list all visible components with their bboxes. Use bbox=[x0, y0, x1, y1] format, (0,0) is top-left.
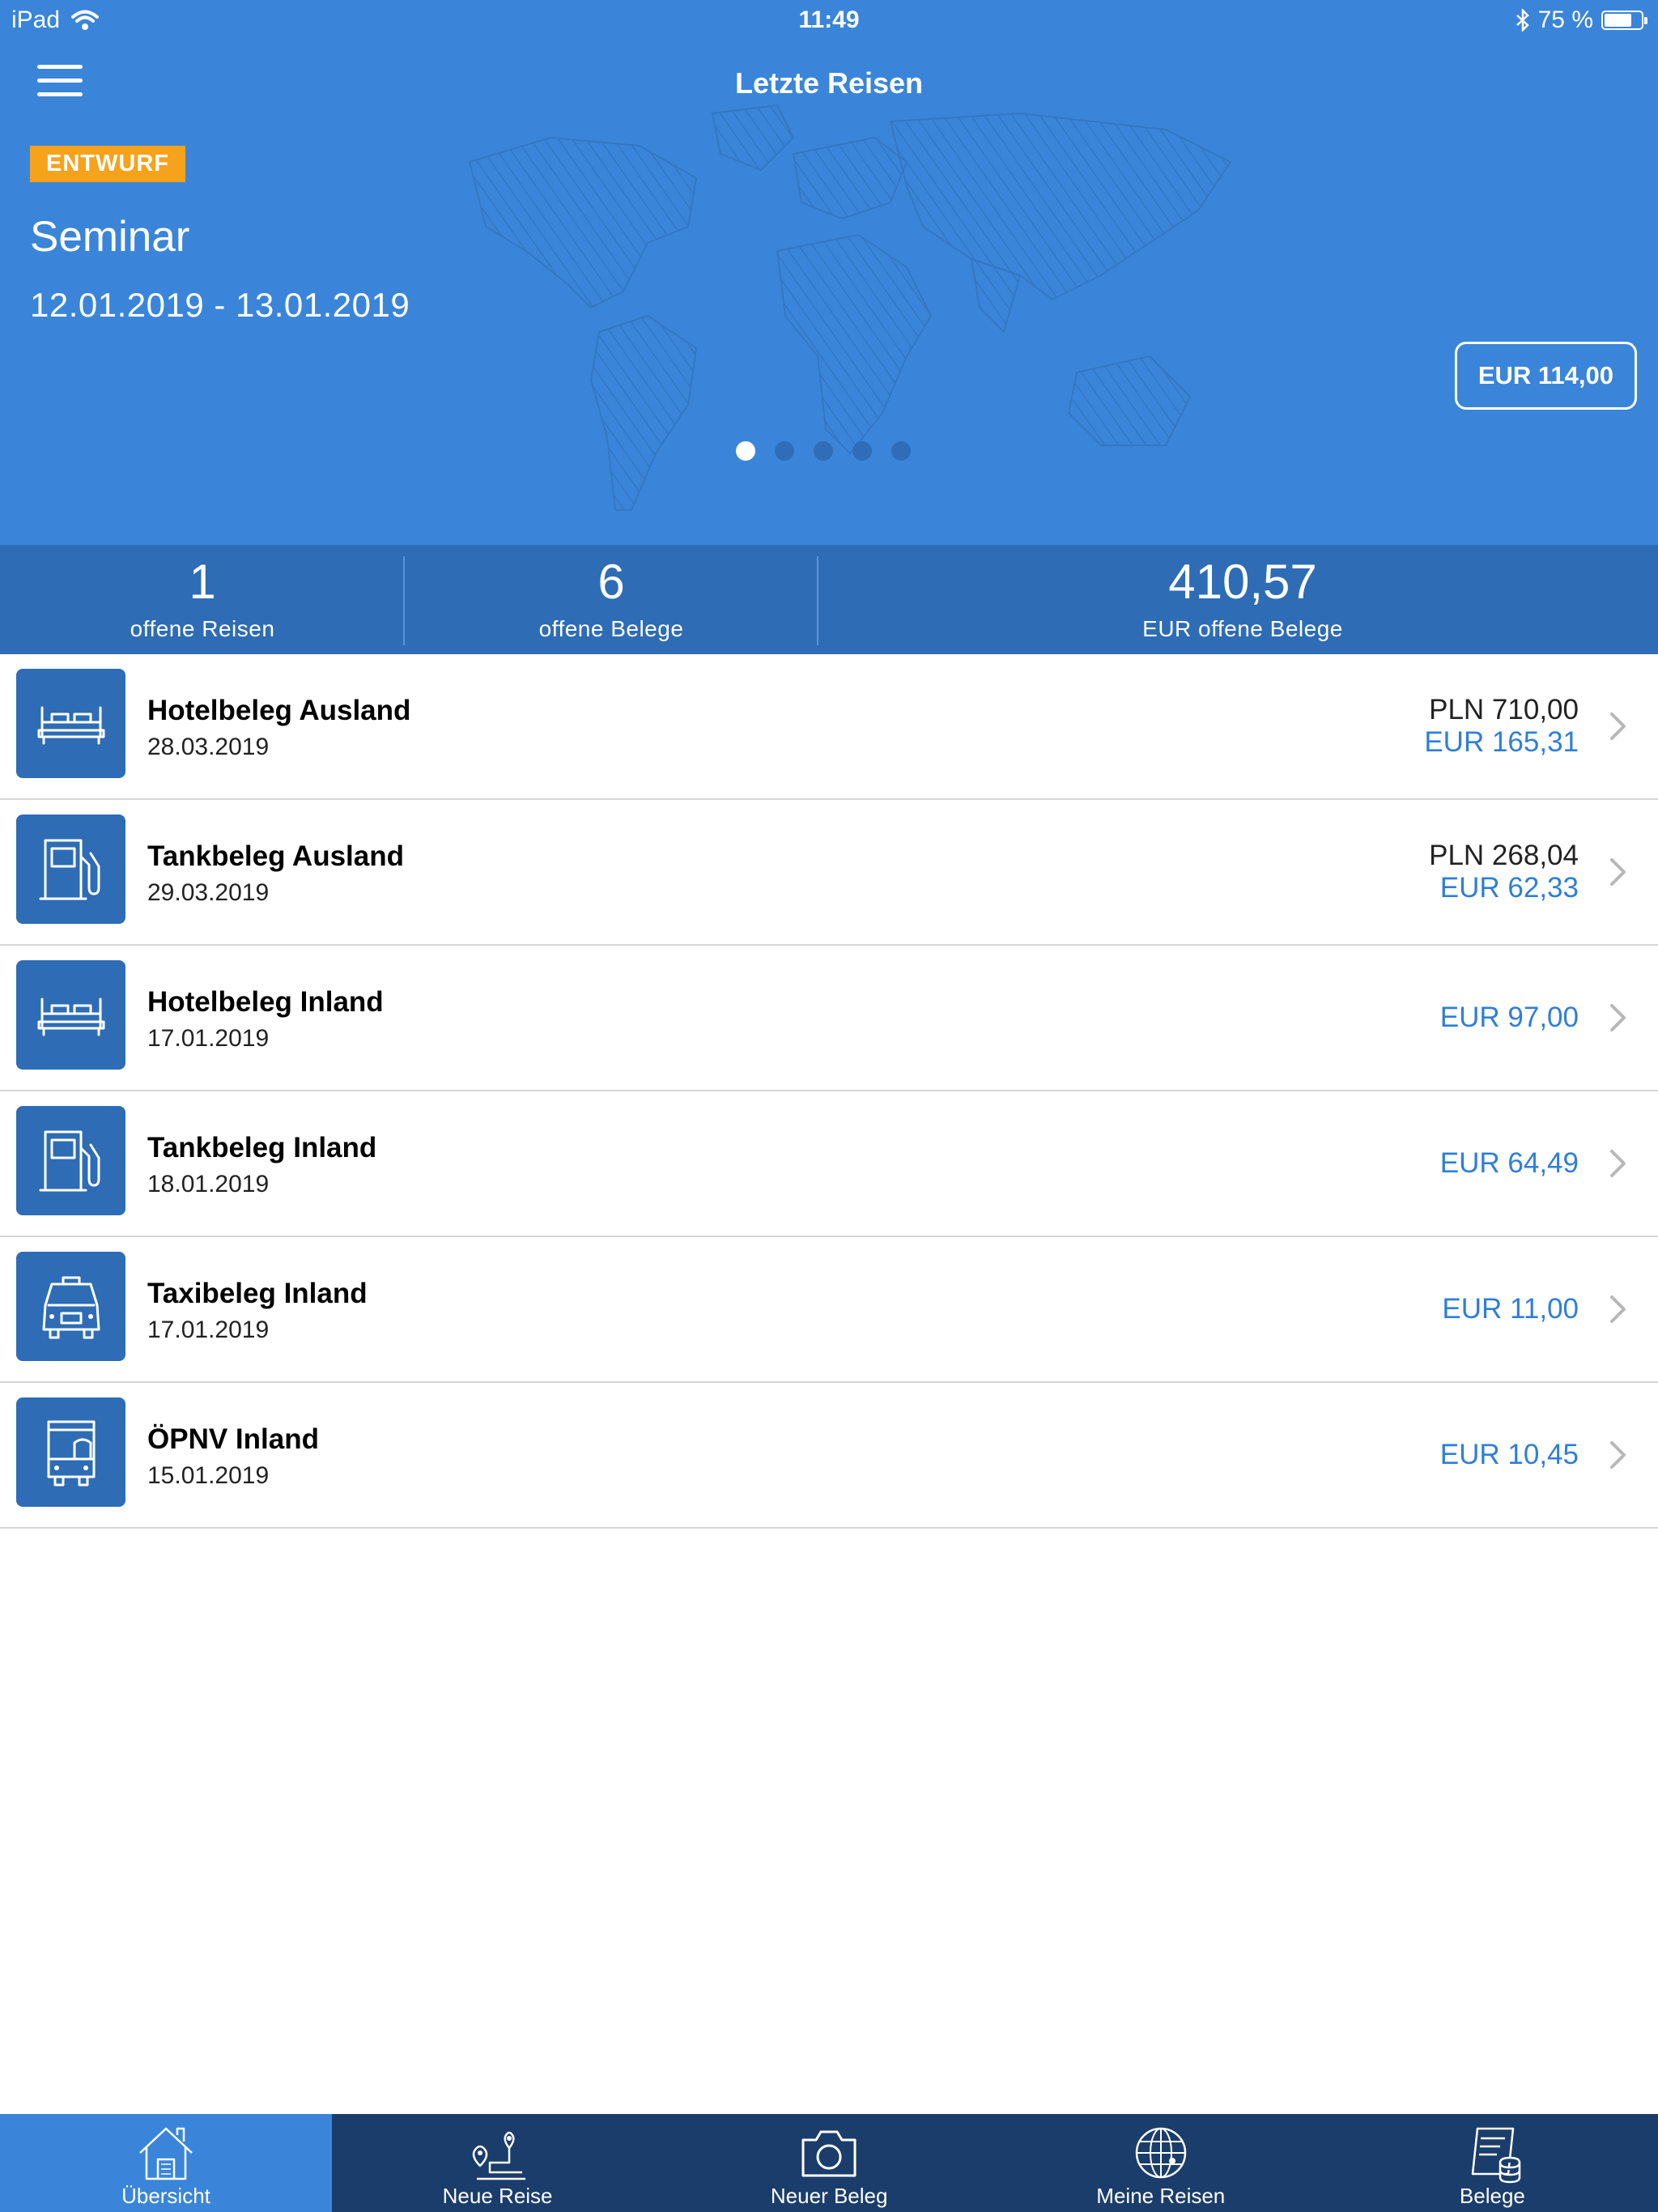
receipt-date: 15.01.2019 bbox=[147, 1462, 270, 1489]
stat-label: offene Belege bbox=[538, 616, 684, 641]
receipt-title: Hotelbeleg Inland bbox=[147, 986, 384, 1018]
chevron-right-icon bbox=[1610, 1150, 1626, 1177]
receipt-date: 28.03.2019 bbox=[147, 734, 270, 760]
bluetooth-icon bbox=[1516, 9, 1529, 32]
receipt-row[interactable]: Hotelbeleg Inland 17.01.2019 EUR 97,00 bbox=[0, 946, 1658, 1091]
receipt-eur-amount: EUR 62,33 bbox=[1439, 872, 1579, 904]
receipt-date: 17.01.2019 bbox=[147, 1025, 270, 1052]
receipt-date: 17.01.2019 bbox=[147, 1317, 270, 1343]
clock: 11:49 bbox=[798, 6, 860, 33]
pager-dot[interactable] bbox=[891, 441, 911, 461]
stat-value: 1 bbox=[189, 555, 216, 609]
house-icon bbox=[139, 2127, 193, 2180]
taxi-icon bbox=[42, 1276, 100, 1338]
globe-icon bbox=[1135, 2127, 1187, 2179]
receipt-row[interactable]: Tankbeleg Ausland 29.03.2019 PLN 268,04 … bbox=[0, 800, 1658, 946]
tab-label: Übersicht bbox=[121, 2184, 210, 2208]
trip-dates: 12.01.2019 - 13.01.2019 bbox=[30, 286, 410, 324]
receipt-category-icon bbox=[16, 669, 125, 778]
receipt-title: Hotelbeleg Ausland bbox=[147, 695, 411, 726]
chevron-right-icon bbox=[1610, 1295, 1626, 1323]
receipt-eur-amount: EUR 97,00 bbox=[1439, 1002, 1579, 1033]
stat-label: EUR offene Belege bbox=[1142, 616, 1343, 641]
chevron-right-icon bbox=[1610, 1004, 1626, 1032]
receipt-date: 18.01.2019 bbox=[147, 1171, 270, 1197]
tab-neuer-beleg[interactable]: Neuer Beleg bbox=[663, 2114, 995, 2212]
trip-name: Seminar bbox=[30, 213, 190, 261]
chevron-right-icon bbox=[1610, 858, 1626, 886]
pager-dot[interactable] bbox=[775, 441, 794, 461]
receipt-original-amount: PLN 710,00 bbox=[1429, 694, 1579, 725]
pager-dot[interactable] bbox=[814, 441, 833, 461]
fuel-pump-icon bbox=[39, 839, 100, 900]
route-pin-icon bbox=[472, 2131, 525, 2180]
receipt-amounts: PLN 710,00 EUR 165,31 bbox=[1424, 654, 1579, 798]
receipt-eur-amount: EUR 165,31 bbox=[1424, 726, 1579, 758]
receipt-eur-amount: EUR 11,00 bbox=[1442, 1293, 1579, 1325]
status-badge: ENTWURF bbox=[30, 146, 185, 182]
pager-dot[interactable] bbox=[736, 441, 755, 461]
trip-amount-button[interactable]: EUR 114,00 bbox=[1454, 342, 1637, 410]
receipt-original-amount: PLN 268,04 bbox=[1429, 840, 1579, 871]
receipt-amounts: EUR 97,00 bbox=[1440, 946, 1579, 1090]
tab-belege[interactable]: Belege bbox=[1326, 2114, 1658, 2212]
tab-label: Belege bbox=[1459, 2184, 1525, 2208]
status-bar: iPad 11:49 75 % bbox=[0, 0, 1658, 40]
receipt-date: 29.03.2019 bbox=[147, 879, 270, 906]
stat-open-trips: 1 offene Reisen bbox=[0, 545, 405, 654]
receipt-list: Hotelbeleg Ausland 28.03.2019 PLN 710,00… bbox=[0, 654, 1658, 1529]
fuel-pump-icon bbox=[39, 1130, 100, 1191]
camera-icon bbox=[801, 2130, 857, 2177]
receipt-eur-amount: EUR 10,45 bbox=[1439, 1439, 1579, 1470]
tab-label: Meine Reisen bbox=[1096, 2184, 1226, 2208]
receipt-category-icon bbox=[16, 1106, 125, 1215]
receipt-title: Tankbeleg Ausland bbox=[147, 840, 404, 872]
stat-value: 6 bbox=[597, 555, 625, 609]
chevron-right-icon bbox=[1610, 713, 1626, 740]
battery-percentage: 75 % bbox=[1537, 6, 1593, 33]
receipt-coins-icon bbox=[1472, 2127, 1521, 2184]
tab-meine-reisen[interactable]: Meine Reisen bbox=[995, 2114, 1327, 2212]
receipt-category-icon bbox=[16, 1252, 125, 1361]
bed-icon bbox=[37, 998, 104, 1036]
pager-dot[interactable] bbox=[852, 441, 872, 461]
receipt-title: ÖPNV Inland bbox=[147, 1423, 319, 1455]
stat-open-receipts: 6 offene Belege bbox=[405, 545, 818, 654]
receipt-category-icon bbox=[16, 960, 125, 1070]
tab-bar: Übersicht Neue Reise Neuer Beleg Meine Reis… bbox=[0, 2114, 1658, 2212]
receipt-category-icon bbox=[16, 815, 125, 924]
tab-neue-reise[interactable]: Neue Reise bbox=[332, 2114, 664, 2212]
receipt-title: Tankbeleg Inland bbox=[147, 1132, 377, 1163]
page-title: Letzte Reisen bbox=[734, 66, 924, 100]
tab-label: Neuer Beleg bbox=[770, 2184, 888, 2208]
tab-übersicht[interactable]: Übersicht bbox=[0, 2114, 332, 2212]
tab-label: Neue Reise bbox=[442, 2184, 553, 2208]
stat-label: offene Reisen bbox=[130, 616, 275, 641]
receipt-row[interactable]: Taxibeleg Inland 17.01.2019 EUR 11,00 bbox=[0, 1237, 1658, 1383]
receipt-amounts: EUR 10,45 bbox=[1440, 1383, 1579, 1527]
receipt-eur-amount: EUR 64,49 bbox=[1439, 1147, 1579, 1179]
receipt-row[interactable]: Tankbeleg Inland 18.01.2019 EUR 64,49 bbox=[0, 1091, 1658, 1237]
battery-icon bbox=[1601, 11, 1647, 30]
receipt-amounts: EUR 64,49 bbox=[1440, 1091, 1579, 1236]
receipt-amounts: EUR 11,00 bbox=[1442, 1237, 1579, 1381]
chevron-right-icon bbox=[1610, 1441, 1626, 1469]
receipt-category-icon bbox=[16, 1397, 125, 1507]
summary-stats-bar: 1 offene Reisen 6 offene Belege 410,57 E… bbox=[0, 545, 1658, 654]
bed-icon bbox=[37, 706, 104, 744]
stat-open-receipts-eur: 410,57 EUR offene Belege bbox=[818, 545, 1658, 654]
stat-value: 410,57 bbox=[1168, 555, 1317, 609]
trip-header-carousel[interactable]: iPad 11:49 75 % Letzte Reisen ENTWURF Se… bbox=[0, 0, 1658, 545]
battery-level-fill bbox=[1605, 14, 1631, 27]
receipt-row[interactable]: Hotelbeleg Ausland 28.03.2019 PLN 710,00… bbox=[0, 654, 1658, 800]
bus-icon bbox=[47, 1420, 95, 1486]
world-map-illustration bbox=[468, 104, 1232, 511]
receipt-amounts: PLN 268,04 EUR 62,33 bbox=[1429, 800, 1579, 944]
page-indicator[interactable] bbox=[736, 441, 911, 461]
receipt-row[interactable]: ÖPNV Inland 15.01.2019 EUR 10,45 bbox=[0, 1383, 1658, 1529]
receipt-title: Taxibeleg Inland bbox=[147, 1278, 368, 1309]
